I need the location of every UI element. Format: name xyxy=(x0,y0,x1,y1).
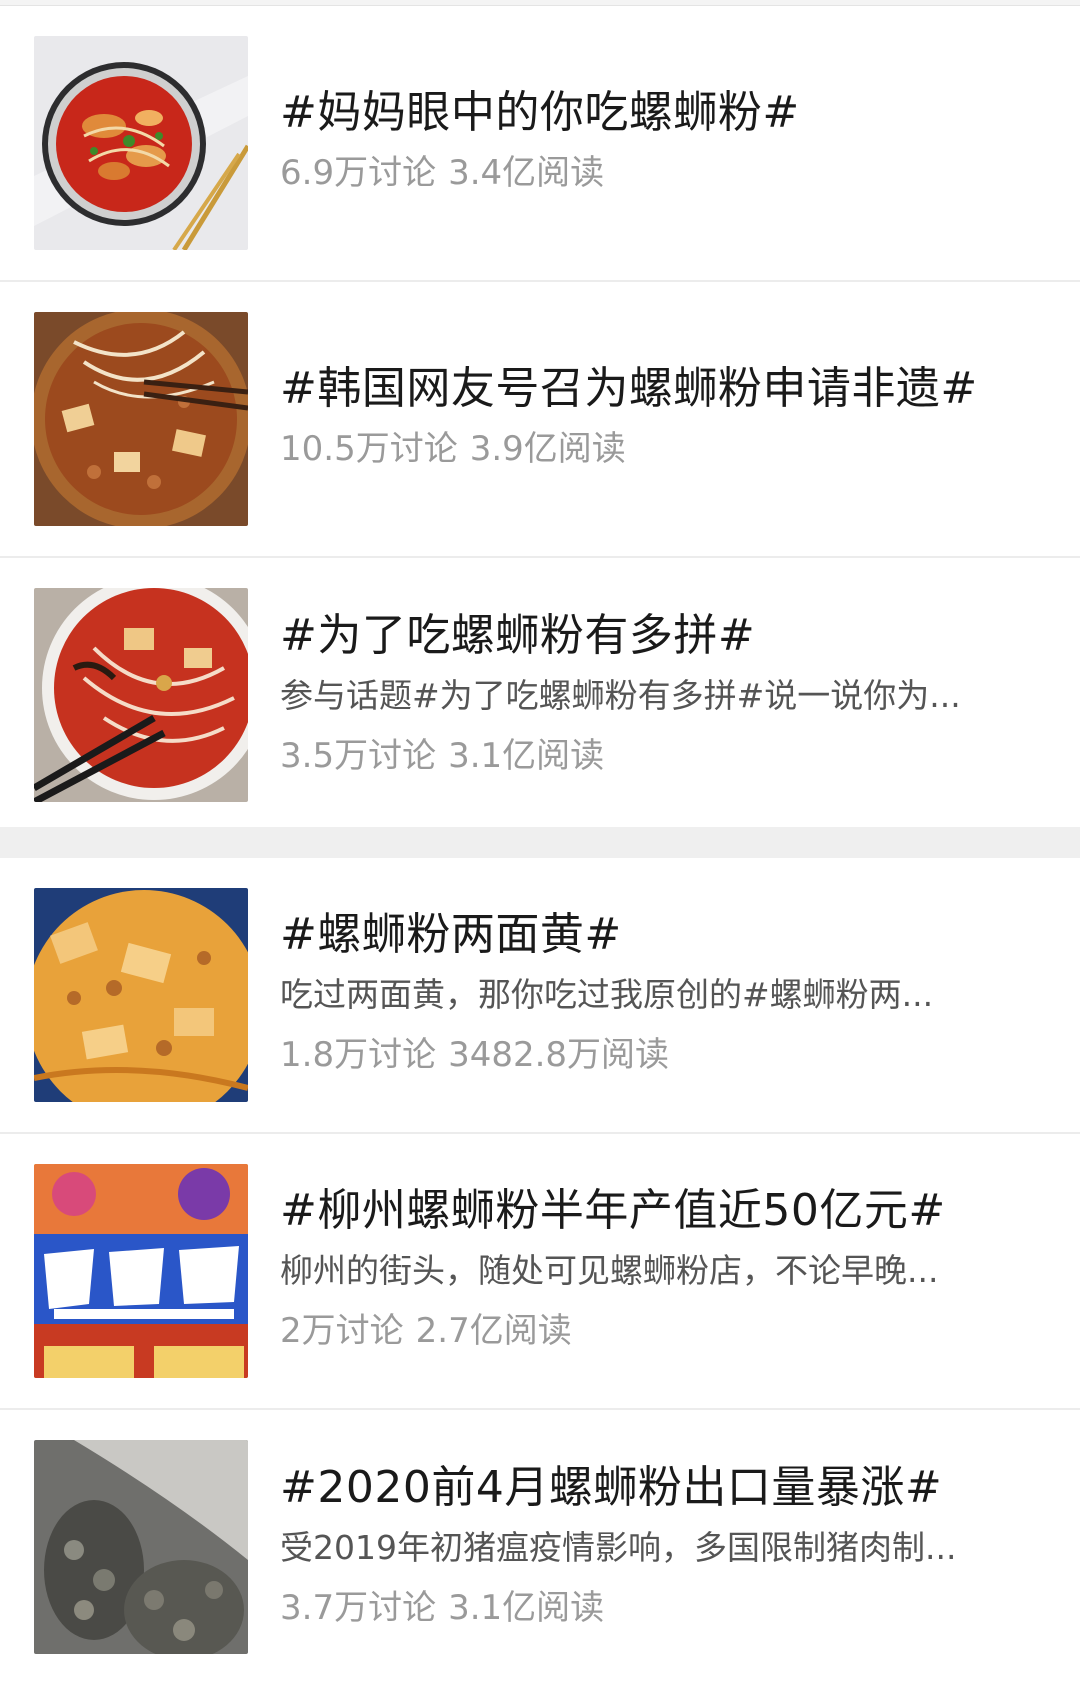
topic-item[interactable]: #螺蛳粉两面黄# 吃过两面黄，那你吃过我原创的#螺蛳粉两... 1.8万讨论 34… xyxy=(0,858,1080,1134)
topic-stats: 6.9万讨论 3.4亿阅读 xyxy=(280,143,1040,203)
section-separator xyxy=(0,827,1080,858)
read-count: 3.1亿阅读 xyxy=(448,1588,605,1628)
topic-stats: 3.5万讨论 3.1亿阅读 xyxy=(280,726,1040,786)
topic-list-section-2: #螺蛳粉两面黄# 吃过两面黄，那你吃过我原创的#螺蛳粉两... 1.8万讨论 34… xyxy=(0,858,1080,1686)
discussion-count: 10.5万讨论 xyxy=(280,429,458,469)
discussion-count: 2万讨论 xyxy=(280,1311,404,1351)
topic-title[interactable]: #2020前4月螺蛳粉出口量暴涨# xyxy=(280,1458,1040,1518)
topic-list-section-1: #妈妈眼中的你吃螺蛳粉# 6.9万讨论 3.4亿阅读 #韩国网友号召为螺蛳粉申请… xyxy=(0,6,1080,834)
topic-thumbnail xyxy=(34,312,248,526)
snails-closeup-image xyxy=(34,1440,248,1654)
topic-thumbnail xyxy=(34,588,248,802)
read-count: 3482.8万阅读 xyxy=(448,1035,670,1075)
discussion-count: 3.7万讨论 xyxy=(280,1588,437,1628)
topic-text: #妈妈眼中的你吃螺蛳粉# 6.9万讨论 3.4亿阅读 xyxy=(280,6,1040,280)
noodle-bowl-chopsticks-image xyxy=(34,588,248,802)
topic-title[interactable]: #妈妈眼中的你吃螺蛳粉# xyxy=(280,83,1040,143)
topic-thumbnail xyxy=(34,36,248,250)
topic-text: #螺蛳粉两面黄# 吃过两面黄，那你吃过我原创的#螺蛳粉两... 1.8万讨论 34… xyxy=(280,858,1040,1132)
topic-item[interactable]: #韩国网友号召为螺蛳粉申请非遗# 10.5万讨论 3.9亿阅读 xyxy=(0,282,1080,558)
topic-thumbnail xyxy=(34,1440,248,1654)
discussion-count: 1.8万讨论 xyxy=(280,1035,437,1075)
topic-text: #柳州螺蛳粉半年产值近50亿元# 柳州的街头，随处可见螺蛳粉店，不论早晚... … xyxy=(280,1134,1040,1408)
noodle-package-poster-image xyxy=(34,1164,248,1378)
topic-stats: 2万讨论 2.7亿阅读 xyxy=(280,1301,1040,1361)
topic-text: #韩国网友号召为螺蛳粉申请非遗# 10.5万讨论 3.9亿阅读 xyxy=(280,282,1040,556)
read-count: 3.9亿阅读 xyxy=(469,429,626,469)
discussion-count: 3.5万讨论 xyxy=(280,736,437,776)
read-count: 3.1亿阅读 xyxy=(448,736,605,776)
bowl-of-noodles-image xyxy=(34,36,248,250)
read-count: 3.4亿阅读 xyxy=(448,153,605,193)
fried-noodles-plate-image xyxy=(34,888,248,1102)
topic-text: #2020前4月螺蛳粉出口量暴涨# 受2019年初猪瘟疫情影响，多国限制猪肉制.… xyxy=(280,1410,1040,1686)
topic-title[interactable]: #为了吃螺蛳粉有多拼# xyxy=(280,606,1040,666)
topic-thumbnail xyxy=(34,888,248,1102)
discussion-count: 6.9万讨论 xyxy=(280,153,437,193)
topic-description: 受2019年初猪瘟疫情影响，多国限制猪肉制... xyxy=(280,1528,957,1567)
topic-text: #为了吃螺蛳粉有多拼# 参与话题#为了吃螺蛳粉有多拼#说一说你为... 3.5万… xyxy=(280,558,1040,834)
topic-description: 柳州的街头，随处可见螺蛳粉店，不论早晚... xyxy=(280,1251,939,1290)
topic-item[interactable]: #为了吃螺蛳粉有多拼# 参与话题#为了吃螺蛳粉有多拼#说一说你为... 3.5万… xyxy=(0,558,1080,834)
topic-description: 参与话题#为了吃螺蛳粉有多拼#说一说你为... xyxy=(280,676,961,715)
topic-stats: 1.8万讨论 3482.8万阅读 xyxy=(280,1025,1040,1085)
topic-item[interactable]: #2020前4月螺蛳粉出口量暴涨# 受2019年初猪瘟疫情影响，多国限制猪肉制.… xyxy=(0,1410,1080,1686)
topic-title[interactable]: #螺蛳粉两面黄# xyxy=(280,905,1040,965)
topic-title[interactable]: #柳州螺蛳粉半年产值近50亿元# xyxy=(280,1181,1040,1241)
topic-item[interactable]: #柳州螺蛳粉半年产值近50亿元# 柳州的街头，随处可见螺蛳粉店，不论早晚... … xyxy=(0,1134,1080,1410)
topic-stats: 3.7万讨论 3.1亿阅读 xyxy=(280,1578,1040,1638)
topic-item[interactable]: #妈妈眼中的你吃螺蛳粉# 6.9万讨论 3.4亿阅读 xyxy=(0,6,1080,282)
topic-title[interactable]: #韩国网友号召为螺蛳粉申请非遗# xyxy=(280,359,1040,419)
topic-thumbnail xyxy=(34,1164,248,1378)
pot-of-noodles-image xyxy=(34,312,248,526)
topic-description: 吃过两面黄，那你吃过我原创的#螺蛳粉两... xyxy=(280,975,934,1014)
read-count: 2.7亿阅读 xyxy=(415,1311,572,1351)
topic-stats: 10.5万讨论 3.9亿阅读 xyxy=(280,419,1040,479)
